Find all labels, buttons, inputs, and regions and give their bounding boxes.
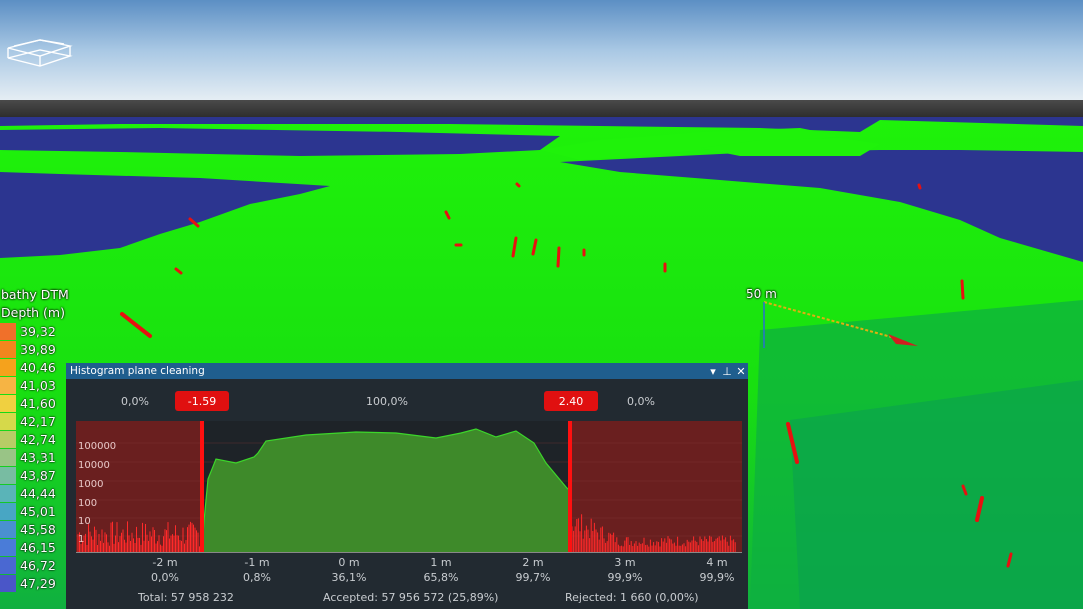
panel-titlebar[interactable]: Histogram plane cleaning ▾ ⊥ ✕ [66,363,748,379]
legend-value: 45,01 [20,503,56,519]
legend-swatch [0,448,16,466]
legend-value: 40,46 [20,359,56,375]
legend-title: bathy DTM [1,287,69,302]
low-threshold-line[interactable] [200,421,204,553]
scale-bar-label: 50 m [746,287,777,301]
legend-swatch [0,358,16,376]
legend-value: 45,58 [20,521,56,537]
legend-swatch [0,502,16,520]
x-tick-label: 1 m [430,556,452,569]
x-tick-label: 2 m [522,556,544,569]
x-tick-cumulative: 65,8% [423,571,459,584]
legend-swatch [0,376,16,394]
legend-swatch [0,394,16,412]
rejected-count: Rejected: 1 660 (0,00%) [565,591,699,604]
legend-value: 46,72 [20,557,56,573]
legend-swatch [0,574,16,592]
accepted-count: Accepted: 57 956 572 (25,89%) [323,591,499,604]
legend-entry: 39,32 [0,322,80,340]
right-rejected-pct: 0,0% [627,395,655,408]
y-axis-label: 1 [78,534,85,545]
x-tick-label: -2 m [152,556,178,569]
legend-value: 41,60 [20,395,56,411]
y-axis-label: 10000 [78,460,110,471]
x-tick-label: 4 m [706,556,728,569]
legend-swatch [0,538,16,556]
legend-value: 39,32 [20,323,56,339]
legend-swatch [0,520,16,538]
legend-value: 43,31 [20,449,56,465]
x-tick-label: -1 m [244,556,270,569]
high-threshold-line[interactable] [568,421,572,553]
low-threshold-handle[interactable]: -1.59 [175,391,229,411]
legend-subtitle: Depth (m) [1,305,65,320]
left-rejected-pct: 0,0% [121,395,149,408]
legend-swatch [0,412,16,430]
y-axis-label: 100 [78,498,98,509]
horizon-band [0,100,1083,118]
legend-value: 42,74 [20,431,56,447]
panel-menu-dropdown-icon[interactable]: ▾ [706,365,720,378]
legend-swatch [0,466,16,484]
y-axis-label: 10 [78,516,91,527]
x-tick-label: 0 m [338,556,360,569]
x-tick-cumulative: 99,9% [607,571,643,584]
accepted-pct: 100,0% [366,395,408,408]
legend-value: 43,87 [20,467,56,483]
histogram-chart[interactable] [76,421,742,553]
legend-swatch [0,340,16,358]
pin-icon[interactable]: ⊥ [720,365,734,378]
legend-value: 41,03 [20,377,56,393]
close-icon[interactable]: ✕ [734,365,748,378]
x-tick-cumulative: 0,8% [243,571,271,584]
x-tick-cumulative: 99,7% [515,571,551,584]
legend-entry: 39,89 [0,340,80,358]
high-threshold-handle[interactable]: 2.40 [544,391,598,411]
sky [0,0,1083,101]
x-tick-label: 3 m [614,556,636,569]
panel-title: Histogram plane cleaning [70,365,205,377]
legend-value: 39,89 [20,341,56,357]
legend-swatch [0,556,16,574]
y-axis-label: 100000 [78,441,117,452]
y-axis-label: 1000 [78,479,104,490]
deep-terrain-area-2 [790,380,1083,609]
legend-swatch [0,430,16,448]
x-tick-cumulative: 36,1% [331,571,367,584]
legend-swatch [0,322,16,340]
total-count: Total: 57 958 232 [138,591,234,604]
legend-value: 46,15 [20,539,56,555]
x-tick-cumulative: 99,9% [699,571,735,584]
legend-value: 42,17 [20,413,56,429]
legend-swatch [0,484,16,502]
legend-value: 44,44 [20,485,56,501]
legend-value: 47,29 [20,575,56,591]
x-tick-cumulative: 0,0% [151,571,179,584]
histogram-plane-cleaning-panel: Histogram plane cleaning ▾ ⊥ ✕ 0,0% -1.5… [66,363,748,609]
